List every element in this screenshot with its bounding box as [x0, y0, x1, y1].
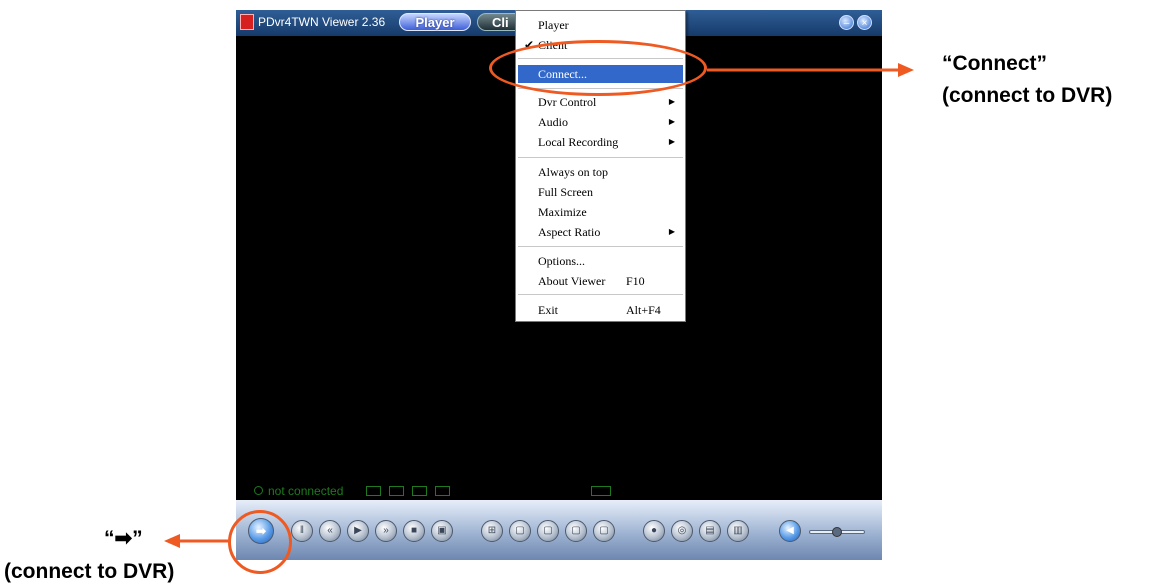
- connect-arrowhead-icon: [898, 63, 914, 77]
- button-arrowhead-icon: [164, 534, 180, 548]
- arrow-button-callout-subtitle: (connect to DVR): [4, 560, 175, 583]
- arrow-button-callout-title: “➡”: [104, 527, 143, 550]
- connect-callout-title: “Connect”: [942, 52, 1047, 75]
- connect-callout-subtitle: (connect to DVR): [942, 84, 1113, 107]
